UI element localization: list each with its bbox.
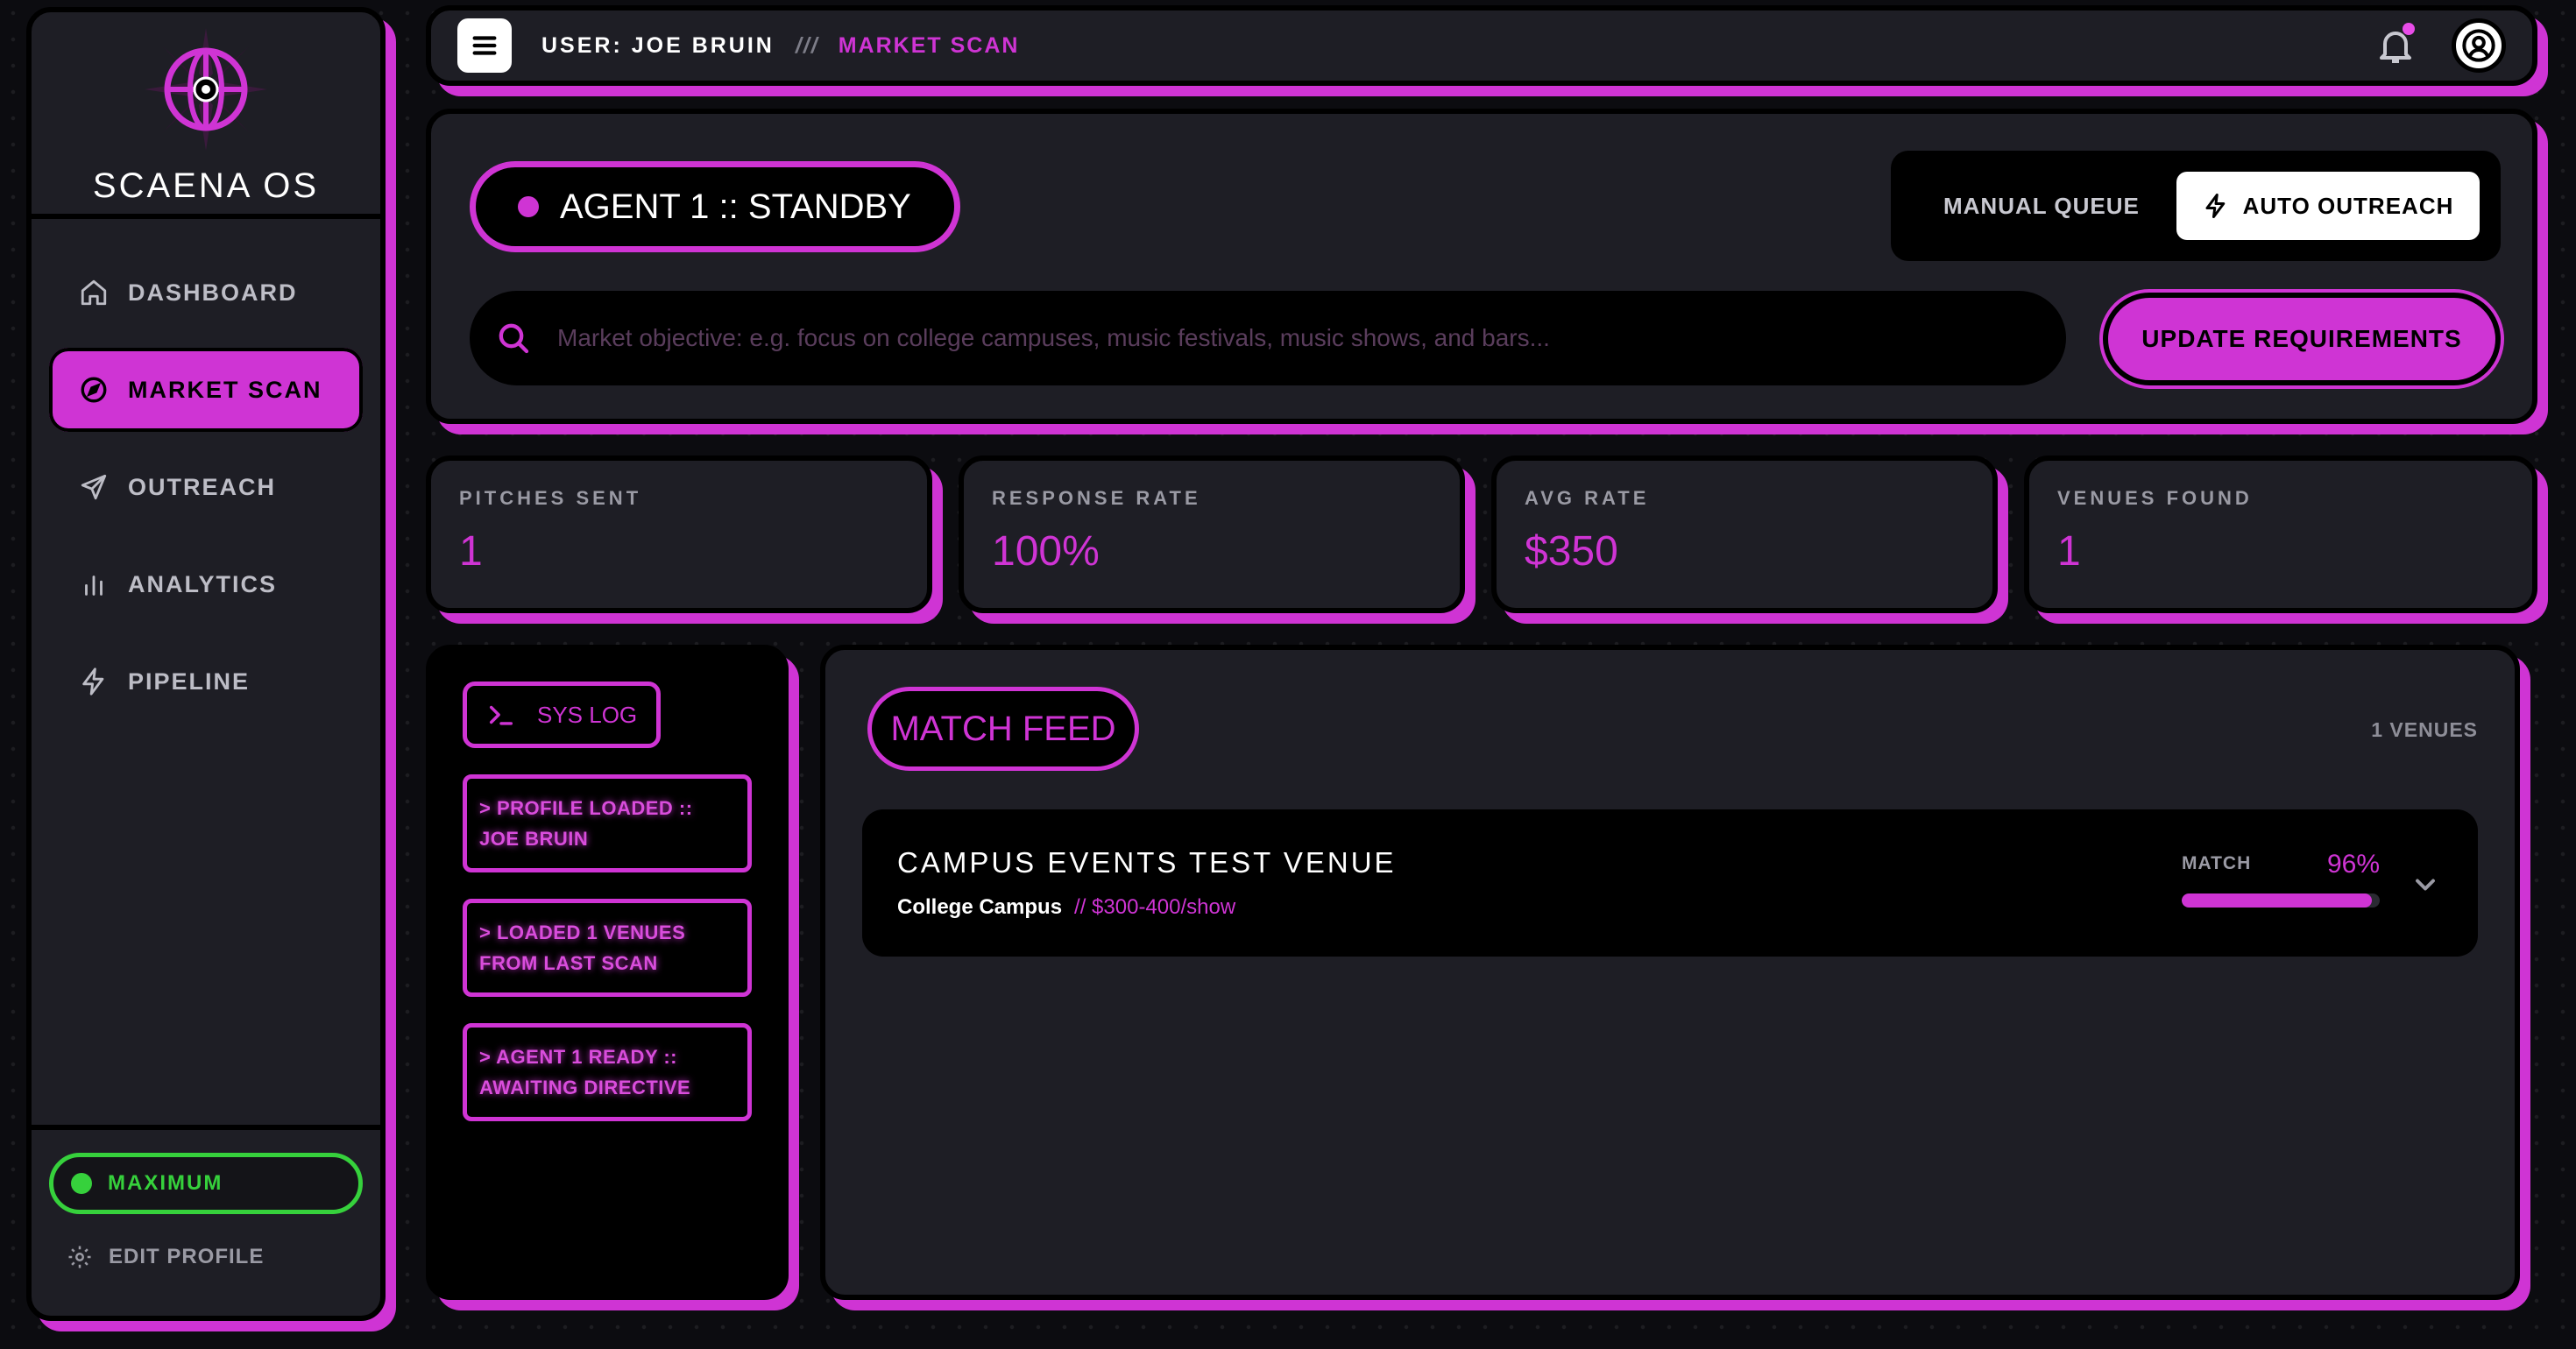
market-objective-search (470, 291, 2066, 385)
sys-log-label: SYS LOG (537, 701, 638, 728)
venue-card[interactable]: CAMPUS EVENTS TEST VENUE College Campus /… (862, 809, 2478, 957)
venue-count: 1 VENUES (2371, 718, 2478, 741)
lightning-icon (82, 667, 104, 696)
tier-label: MAXIMUM (108, 1171, 223, 1195)
sidebar-item-label: OUTREACH (128, 473, 276, 500)
stat-label: RESPONSE RATE (992, 487, 1201, 509)
control-panel: AGENT 1 :: STANDBY MANUAL QUEUE AUTO OUT… (426, 109, 2537, 424)
sidebar-nav: DASHBOARD MARKET SCAN OUTREACH ANALYTICS… (32, 219, 380, 724)
stat-card-avg-rate: AVG RATE $350 (1491, 456, 1998, 613)
sidebar-item-label: MARKET SCAN (128, 376, 322, 403)
match-value: 96% (2326, 850, 2380, 879)
notification-badge (2403, 23, 2415, 35)
log-entry: > LOADED 1 VENUES FROM LAST SCAN (463, 899, 752, 997)
auto-outreach-button[interactable]: AUTO OUTREACH (2176, 172, 2480, 240)
brand-name: SCAENA OS (92, 166, 320, 205)
status-dot (518, 196, 539, 217)
send-icon (81, 474, 107, 500)
header-actions (2374, 18, 2506, 73)
logo-area: SCAENA OS (32, 12, 380, 219)
hamburger-icon (472, 36, 497, 55)
user-label: USER: JOE BRUIN (541, 32, 775, 58)
sidebar-item-market-scan[interactable]: MARKET SCAN (49, 348, 363, 432)
sidebar-item-analytics[interactable]: ANALYTICS (49, 542, 363, 626)
venue-type: College Campus (897, 895, 1063, 919)
stat-label: PITCHES SENT (459, 487, 642, 509)
home-icon (81, 279, 107, 306)
match-feed-title[interactable]: MATCH FEED (867, 687, 1139, 771)
stat-label: VENUES FOUND (2057, 487, 2253, 509)
tier-badge[interactable]: MAXIMUM (49, 1153, 363, 1214)
gear-icon (68, 1246, 91, 1268)
stat-card-response-rate: RESPONSE RATE 100% (959, 456, 1465, 613)
chevron-down-icon[interactable] (2410, 869, 2441, 901)
auto-outreach-label: AUTO OUTREACH (2242, 192, 2454, 219)
stat-value: 1 (459, 528, 483, 575)
stat-value: $350 (1525, 528, 1618, 575)
agent-status-badge: AGENT 1 :: STANDBY (470, 161, 960, 252)
status-dot (71, 1173, 92, 1194)
stat-label: AVG RATE (1525, 487, 1650, 509)
sidebar-item-label: PIPELINE (128, 667, 251, 695)
manual-queue-button[interactable]: MANUAL QUEUE (1943, 193, 2140, 220)
avatar[interactable] (2452, 18, 2506, 73)
venue-price: // $300-400/show (1074, 895, 1236, 919)
bar-chart-icon (85, 576, 103, 596)
lightning-icon (2205, 194, 2225, 218)
sidebar-item-pipeline[interactable]: PIPELINE (49, 639, 363, 724)
log-entry: > AGENT 1 READY :: AWAITING DIRECTIVE (463, 1023, 752, 1121)
globe-icon (145, 28, 267, 151)
match-score: MATCH 96% (2182, 850, 2380, 908)
notifications-button[interactable] (2374, 23, 2417, 67)
sys-log-button[interactable]: SYS LOG (463, 682, 662, 748)
sidebar-footer: MAXIMUM EDIT PROFILE (32, 1125, 380, 1316)
match-progress-fill (2182, 893, 2372, 908)
sidebar-item-dashboard[interactable]: DASHBOARD (49, 251, 363, 335)
sidebar: SCAENA OS DASHBOARD MARKET SCAN OUTREACH… (26, 7, 386, 1321)
compass-icon (81, 377, 107, 403)
sidebar-item-label: ANALYTICS (128, 570, 278, 597)
match-progress-bar (2182, 893, 2380, 908)
update-requirements-button[interactable]: UPDATE REQUIREMENTS (2103, 293, 2501, 385)
sidebar-item-label: DASHBOARD (128, 279, 298, 306)
log-entry: > PROFILE LOADED :: JOE BRUIN (463, 774, 752, 872)
match-feed-panel: MATCH FEED 1 VENUES CAMPUS EVENTS TEST V… (820, 645, 2520, 1300)
market-objective-input[interactable] (557, 324, 2066, 352)
user-icon (2462, 29, 2495, 62)
stat-value: 1 (2057, 528, 2081, 575)
mode-toggle: MANUAL QUEUE AUTO OUTREACH (1891, 151, 2501, 261)
edit-profile-link[interactable]: EDIT PROFILE (49, 1244, 363, 1270)
stat-card-pitches-sent: PITCHES SENT 1 (426, 456, 932, 613)
breadcrumb-separator: /// (795, 32, 819, 58)
menu-button[interactable] (457, 18, 512, 73)
edit-profile-label: EDIT PROFILE (109, 1245, 265, 1268)
search-icon (499, 323, 529, 354)
agent-status-label: AGENT 1 :: STANDBY (560, 187, 911, 226)
stat-value: 100% (992, 528, 1100, 575)
stat-card-venues-found: VENUES FOUND 1 (2024, 456, 2537, 613)
sys-log-panel: SYS LOG > PROFILE LOADED :: JOE BRUIN > … (426, 645, 789, 1300)
sidebar-item-outreach[interactable]: OUTREACH (49, 445, 363, 529)
breadcrumb: MARKET SCAN (838, 32, 1020, 58)
terminal-icon (489, 705, 513, 725)
top-header: USER: JOE BRUIN /// MARKET SCAN (426, 5, 2537, 86)
